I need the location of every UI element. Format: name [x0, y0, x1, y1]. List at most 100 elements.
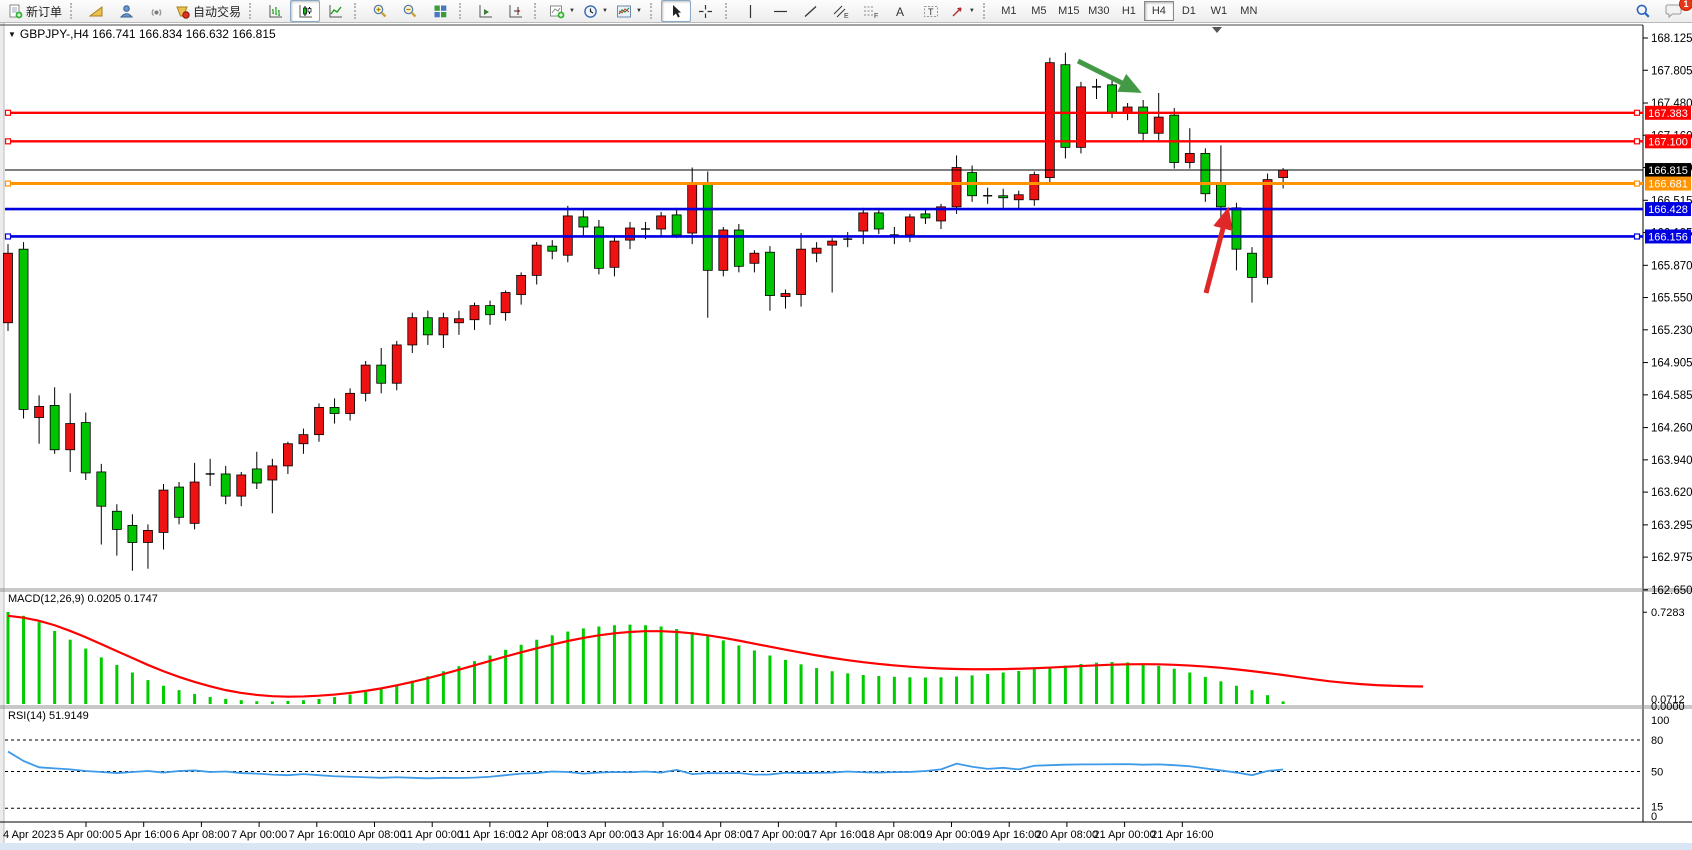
- crosshair-button[interactable]: [691, 0, 721, 22]
- text-tool[interactable]: A: [886, 0, 916, 22]
- green-down-arrow[interactable]: [1078, 61, 1136, 90]
- horizontal-line-tool[interactable]: [766, 0, 796, 22]
- price-axis[interactable]: 168.125167.805167.480167.160166.840166.5…: [1643, 33, 1692, 597]
- toolbar-grip: [534, 3, 541, 19]
- auto-trading-icon: [175, 4, 190, 19]
- svg-text:20 Apr 08:00: 20 Apr 08:00: [1036, 829, 1098, 841]
- person-icon: [119, 4, 134, 19]
- svg-text:166.156: 166.156: [1648, 231, 1688, 243]
- tile-windows-icon: [433, 4, 448, 19]
- trendline-icon: [803, 4, 818, 19]
- svg-text:80: 80: [1651, 735, 1663, 747]
- fibonacci-icon: F: [863, 4, 879, 19]
- toolbar-grip: [249, 3, 256, 19]
- timeframe-w1[interactable]: W1: [1204, 1, 1234, 21]
- cursor-button[interactable]: [661, 0, 691, 22]
- channel-tool[interactable]: E: [826, 0, 856, 22]
- accounts-button[interactable]: [111, 0, 141, 22]
- toolbar-grip: [725, 3, 732, 19]
- line-chart-button[interactable]: [320, 0, 350, 22]
- svg-text:164.905: 164.905: [1651, 358, 1692, 370]
- arrow-shapes-icon: [950, 4, 965, 19]
- toolbar-grip: [70, 3, 77, 19]
- signals-button[interactable]: [141, 0, 171, 22]
- svg-text:T: T: [928, 7, 934, 17]
- svg-text:14 Apr 08:00: 14 Apr 08:00: [690, 829, 752, 841]
- rsi-label: RSI(14) 51.9149: [8, 710, 89, 722]
- ramp-icon: [89, 4, 104, 19]
- svg-text:165.550: 165.550: [1651, 293, 1692, 305]
- add-indicator-icon: [549, 4, 565, 19]
- text-label-tool[interactable]: T: [916, 0, 946, 22]
- chart-title-bar[interactable]: ▼ GBPJPY-,H4 166.741 166.834 166.632 166.…: [8, 27, 276, 41]
- svg-text:5 Apr 00:00: 5 Apr 00:00: [58, 829, 114, 841]
- svg-text:100: 100: [1651, 715, 1669, 727]
- svg-text:21 Apr 16:00: 21 Apr 16:00: [1151, 829, 1213, 841]
- chart-area[interactable]: 0.72830.07120.0000 1008050150 168.125167…: [0, 0, 1692, 850]
- chart-shift-button[interactable]: [500, 0, 530, 22]
- auto-trading-label: 自动交易: [193, 3, 241, 20]
- template-icon: [616, 4, 632, 19]
- chevron-down-icon: ▼: [569, 8, 575, 14]
- candlestick-chart-button[interactable]: [290, 0, 320, 22]
- zoom-out-button[interactable]: [395, 0, 425, 22]
- horizontal-price-lines[interactable]: [5, 110, 1643, 239]
- toolbar-grip: [650, 3, 657, 19]
- zoom-in-button[interactable]: [365, 0, 395, 22]
- svg-text:17 Apr 16:00: 17 Apr 16:00: [805, 829, 867, 841]
- bar-chart-button[interactable]: [260, 0, 290, 22]
- hline-icon: [773, 5, 788, 18]
- symbol-dropdown-icon[interactable]: ▼: [8, 30, 16, 39]
- svg-text:7 Apr 00:00: 7 Apr 00:00: [231, 829, 287, 841]
- indicators-button[interactable]: ▼: [545, 0, 579, 22]
- main-toolbar: 新订单 自动交易: [0, 0, 1692, 23]
- templates-button[interactable]: ▼: [612, 0, 646, 22]
- timeframe-h4[interactable]: H4: [1144, 1, 1174, 21]
- timeframe-d1[interactable]: D1: [1174, 1, 1204, 21]
- timeframe-m1[interactable]: M1: [994, 1, 1024, 21]
- svg-text:5 Apr 16:00: 5 Apr 16:00: [116, 829, 172, 841]
- tile-windows-button[interactable]: [425, 0, 455, 22]
- arrows-tool[interactable]: ▼: [946, 0, 979, 22]
- bar-chart-icon: [268, 4, 283, 19]
- macd-label: MACD(12,26,9) 0.0205 0.1747: [8, 593, 158, 605]
- svg-text:F: F: [874, 13, 878, 19]
- timeframe-h1[interactable]: H1: [1114, 1, 1144, 21]
- new-order-button[interactable]: 新订单: [4, 0, 66, 22]
- svg-text:A: A: [896, 5, 904, 19]
- svg-text:163.940: 163.940: [1651, 455, 1692, 467]
- timeframe-m5[interactable]: M5: [1024, 1, 1054, 21]
- svg-text:19 Apr 16:00: 19 Apr 16:00: [978, 829, 1040, 841]
- auto-trading-button[interactable]: 自动交易: [171, 0, 245, 22]
- svg-text:164.260: 164.260: [1651, 423, 1692, 435]
- signal-icon: [149, 4, 164, 19]
- zoom-in-icon: [372, 3, 388, 19]
- notifications-button[interactable]: 1: [1658, 0, 1688, 22]
- date-axis[interactable]: 4 Apr 20235 Apr 00:005 Apr 16:006 Apr 08…: [3, 822, 1213, 841]
- cursor-icon: [669, 4, 683, 19]
- toolbar-grip: [983, 3, 990, 19]
- new-order-icon: [8, 4, 23, 19]
- history-center-button[interactable]: [81, 0, 111, 22]
- svg-text:18 Apr 08:00: 18 Apr 08:00: [863, 829, 925, 841]
- text-a-icon: A: [894, 4, 907, 19]
- timeframe-mn[interactable]: MN: [1234, 1, 1264, 21]
- new-order-label: 新订单: [26, 3, 62, 20]
- svg-text:21 Apr 00:00: 21 Apr 00:00: [1093, 829, 1155, 841]
- timeframe-m30[interactable]: M30: [1084, 1, 1114, 21]
- chart-frame: [0, 23, 1692, 850]
- text-label-icon: T: [923, 4, 939, 19]
- svg-text:6 Apr 08:00: 6 Apr 08:00: [173, 829, 229, 841]
- vertical-line-tool[interactable]: [736, 0, 766, 22]
- chevron-down-icon: ▼: [636, 8, 642, 14]
- search-button[interactable]: [1628, 0, 1658, 22]
- chart-title: GBPJPY-,H4 166.741 166.834 166.632 166.8…: [20, 27, 276, 41]
- fibonacci-tool[interactable]: F: [856, 0, 886, 22]
- chart-autoscroll-button[interactable]: [470, 0, 500, 22]
- trendline-tool[interactable]: [796, 0, 826, 22]
- timeframe-m15[interactable]: M15: [1054, 1, 1084, 21]
- toolbar-grip: [459, 3, 466, 19]
- red-up-arrow[interactable]: [1206, 213, 1227, 293]
- search-icon: [1635, 3, 1651, 19]
- periods-button[interactable]: ▼: [579, 0, 612, 22]
